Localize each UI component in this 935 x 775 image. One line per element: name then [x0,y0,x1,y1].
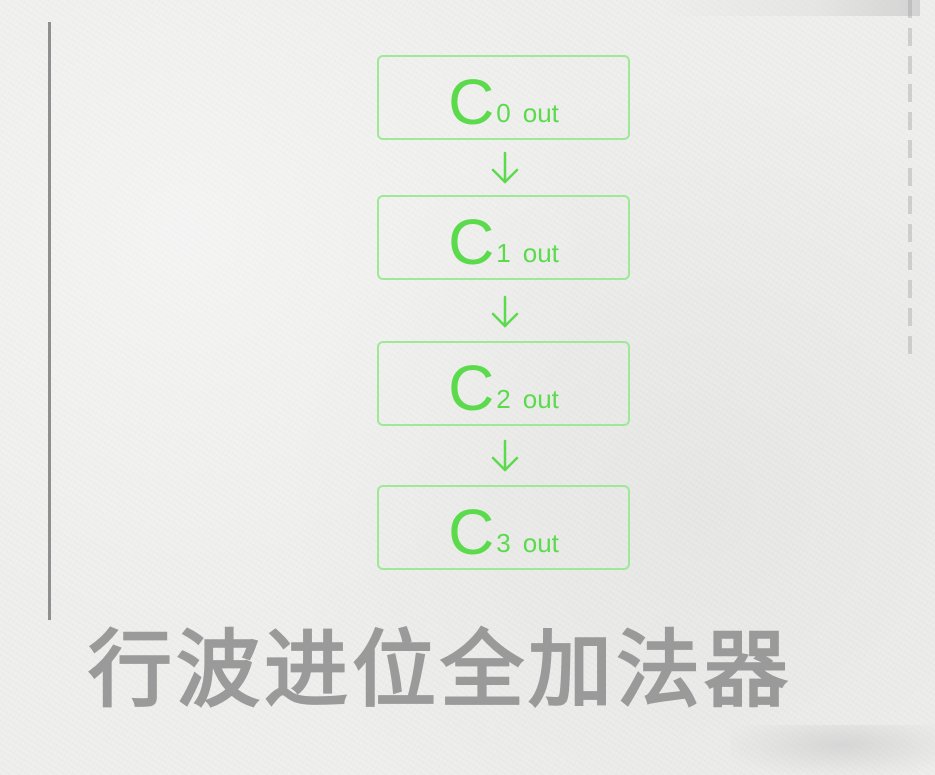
carry-index: 3 [496,528,511,558]
down-arrow-icon [491,151,519,184]
carry-out-box-2: C 2 out [377,341,630,426]
top-right-faint-artifact [660,0,920,16]
carry-symbol: C [448,206,495,279]
left-vertical-rule [48,22,51,620]
down-arrow-icon [491,439,519,472]
carry-index: 1 [496,238,511,268]
carry-suffix: out [522,528,559,558]
carry-index: 0 [496,98,511,128]
carry-suffix: out [522,98,559,128]
carry-out-box-3: C 3 out [377,485,630,570]
carry-symbol: C [448,66,495,139]
carry-suffix: out [522,238,559,268]
carry-out-box-1: C 1 out [377,195,630,280]
carry-out-label-3: C 3 out [379,487,628,568]
carry-symbol: C [448,496,495,569]
page-title: 行波进位全加法器 [88,621,793,719]
carry-out-label-1: C 1 out [379,197,628,278]
carry-out-box-0: C 0 out [377,55,630,140]
down-arrow-icon [491,295,519,328]
bottom-right-faint-artifact [730,725,935,775]
carry-index: 2 [496,384,511,414]
carry-suffix: out [522,384,559,414]
carry-symbol: C [448,352,495,425]
right-faint-artifact [908,0,912,360]
carry-out-label-2: C 2 out [379,343,628,424]
carry-out-label-0: C 0 out [379,57,628,138]
